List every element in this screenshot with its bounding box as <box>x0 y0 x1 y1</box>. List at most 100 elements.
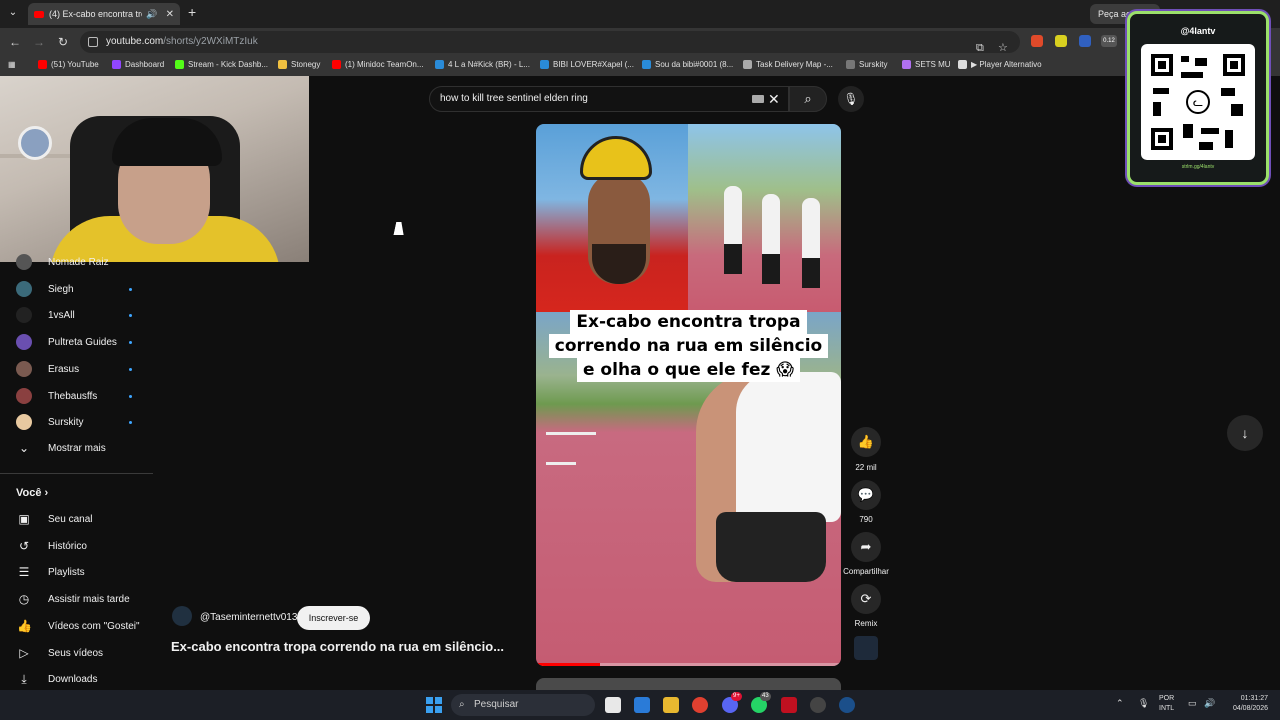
bookmark-favicon-icon <box>743 60 752 69</box>
extension-icon[interactable] <box>1055 35 1067 47</box>
network-icon[interactable]: ▭ <box>1188 698 1197 709</box>
close-tab-icon[interactable]: ✕ <box>166 9 174 20</box>
cat-logo-icon: ᓚ <box>1186 90 1210 114</box>
site-info-icon[interactable] <box>88 37 98 47</box>
sound-channel-thumbnail[interactable] <box>854 636 878 660</box>
bookmark-item[interactable]: Stonegy <box>278 60 320 69</box>
url-host: youtube.com <box>106 36 164 47</box>
short-video-player[interactable]: Ex-cabo encontra tropa correndo na rua e… <box>536 124 841 666</box>
subscribe-button[interactable]: Inscrever-se <box>297 606 370 630</box>
windows-start-icon[interactable] <box>426 697 442 713</box>
runner-legs <box>762 254 780 284</box>
channel-avatar <box>16 360 32 377</box>
caption-line: correndo na rua em silêncio <box>548 334 829 358</box>
subscription-item[interactable]: Thebausffs <box>0 383 153 409</box>
bookmark-label: 4 L a N#Kick (BR) - L... <box>448 60 530 69</box>
subscription-item[interactable]: Pultreta Guides <box>0 329 153 355</box>
you-section-title[interactable]: Você › <box>16 487 48 499</box>
remix-icon: ⟳ <box>860 591 872 606</box>
clock[interactable]: 01:31:27 04/08/2026 <box>1222 694 1268 714</box>
you-item[interactable]: ▣ Seu canal <box>0 506 153 532</box>
bookmark-item[interactable]: Stream - Kick Dashb... <box>175 60 268 69</box>
new-tab-button[interactable]: + <box>188 5 202 19</box>
app-icon[interactable] <box>781 697 797 713</box>
subscription-item[interactable]: Nomade Raiz <box>0 249 153 275</box>
you-item[interactable]: ▷ Seus vídeos <box>0 640 153 666</box>
show-more-button[interactable]: ⌄ Mostrar mais <box>0 435 153 461</box>
volume-icon[interactable]: 🔊 <box>1204 698 1215 709</box>
you-item[interactable]: ↺ Histórico <box>0 533 153 559</box>
subscription-item[interactable]: Surskity <box>0 409 153 435</box>
extension-icon[interactable] <box>1031 35 1043 47</box>
outlook-app-icon[interactable] <box>634 697 650 713</box>
channel-name[interactable]: @Taseminternettv013 <box>200 612 297 623</box>
share-button[interactable]: ➦ <box>851 532 881 562</box>
chrome-app-icon[interactable] <box>692 697 708 713</box>
next-short-button[interactable]: ↓ <box>1227 415 1263 451</box>
search-input[interactable]: how to kill tree sentinel elden ring ✕ <box>429 86 789 112</box>
qr-module <box>1195 58 1207 66</box>
comments-button[interactable]: 💬 <box>851 480 881 510</box>
channel-avatar <box>16 254 32 270</box>
channel-avatar <box>16 387 32 404</box>
file-explorer-icon[interactable] <box>663 697 679 713</box>
bookmark-item[interactable]: BIBI LOVER#Xapel (... <box>540 60 634 69</box>
bookmark-favicon-icon <box>112 60 121 69</box>
bookmark-label: Surskity <box>859 60 888 69</box>
address-bar[interactable]: youtube.com/shorts/y2WXiMTzIuk ⧉ ☆ <box>80 31 1020 54</box>
you-item[interactable]: ⤓ Downloads <box>0 666 153 692</box>
next-short-preview[interactable] <box>536 678 841 690</box>
bookmark-item[interactable]: SETS MU <box>902 60 951 69</box>
bookmark-item[interactable]: ▶ Player Alternativo <box>958 60 1042 69</box>
subscription-item[interactable]: 1vsAll <box>0 302 153 328</box>
you-item[interactable]: 👍 Vídeos com "Gostei" <box>0 613 153 639</box>
user-box-icon: ▣ <box>18 512 30 526</box>
keyboard-icon[interactable] <box>752 95 764 103</box>
clear-search-icon[interactable]: ✕ <box>768 87 780 111</box>
app-icon[interactable] <box>810 697 826 713</box>
short-title[interactable]: Ex-cabo encontra tropa correndo na rua e… <box>171 639 504 654</box>
channel-avatar[interactable] <box>172 606 192 626</box>
bookmark-item[interactable]: (51) YouTube <box>38 60 99 69</box>
back-icon[interactable]: ← <box>7 34 23 50</box>
share-icon: ➦ <box>860 539 872 554</box>
microphone-icon[interactable]: 🎙 <box>1138 698 1149 709</box>
bookmark-item[interactable]: 4 L a N#Kick (BR) - L... <box>435 60 530 69</box>
bookmark-item[interactable]: Surskity <box>846 60 887 69</box>
decorative-plate <box>18 126 52 160</box>
voice-search-button[interactable]: 🎙 <box>838 86 864 112</box>
qr-overlay: @4lantv ᓚ strlm.gg/4lantv <box>1127 11 1269 185</box>
active-tab[interactable]: (4) Ex-cabo encontra tropa 🔊 ✕ <box>28 3 180 25</box>
input-language[interactable]: POR INTL <box>1159 694 1174 714</box>
extension-badge[interactable]: 0.12 <box>1101 35 1117 47</box>
tray-chevron-icon[interactable]: ⌃ <box>1116 698 1124 709</box>
like-count: 22 mil <box>855 463 877 472</box>
remix-button[interactable]: ⟳ <box>851 584 881 614</box>
extension-icon[interactable] <box>1079 35 1091 47</box>
bookmark-item[interactable]: Dashboard <box>112 60 164 69</box>
bookmark-item[interactable]: Sou da bibi#0001 (8... <box>642 60 733 69</box>
forward-icon[interactable]: → <box>31 34 47 50</box>
bookmark-item[interactable]: Task Delivery Map -... <box>743 60 833 69</box>
subscription-item[interactable]: Erasus <box>0 356 153 382</box>
like-button[interactable]: 👍 <box>851 427 881 457</box>
you-item[interactable]: ☰ Playlists <box>0 559 153 585</box>
you-item[interactable]: ◷ Assistir mais tarde <box>0 586 153 612</box>
playlist-icon: ☰ <box>18 565 30 580</box>
bookmark-label: Stonegy <box>291 60 321 69</box>
subscription-name: Siegh <box>48 283 74 295</box>
subscription-item[interactable]: Siegh <box>0 276 153 302</box>
mouse-cursor <box>393 222 407 235</box>
tab-search-icon[interactable]: ⌄ <box>5 5 21 21</box>
you-item-label: Seus vídeos <box>48 647 104 659</box>
search-icon: ⌕ <box>459 699 465 710</box>
speaker-icon[interactable]: 🔊 <box>146 9 157 20</box>
apps-grid-icon[interactable]: ▦ <box>8 60 16 69</box>
bookmark-item[interactable]: (1) Minidoc TeamOn... <box>332 60 424 69</box>
store-app-icon[interactable] <box>605 697 621 713</box>
steam-app-icon[interactable] <box>839 697 855 713</box>
search-button[interactable]: ⌕ <box>789 86 827 112</box>
taskbar-search[interactable]: ⌕ Pesquisar <box>451 694 595 716</box>
qr-finder <box>1151 54 1173 76</box>
reload-icon[interactable]: ↻ <box>55 34 71 50</box>
